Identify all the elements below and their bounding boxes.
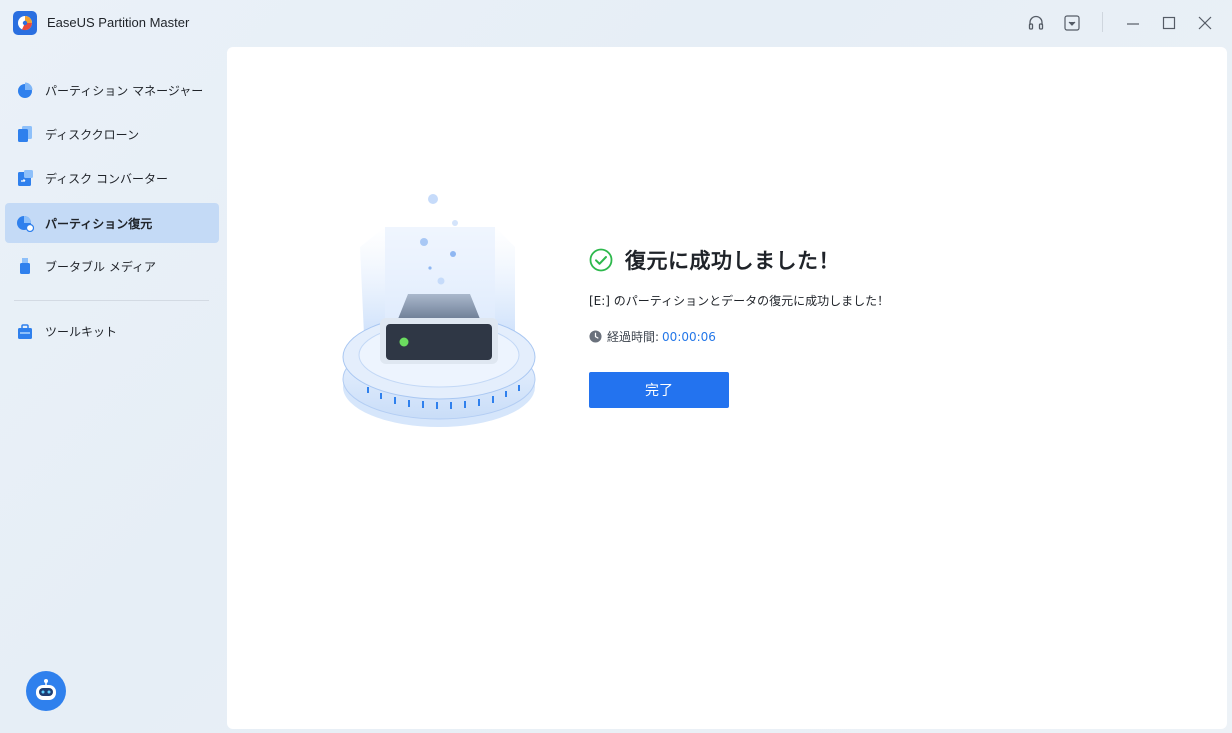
app-title: EaseUS Partition Master: [47, 15, 190, 30]
headset-icon[interactable]: [1025, 12, 1047, 34]
robot-icon: [36, 679, 56, 700]
toolkit-icon: [15, 321, 35, 341]
title-bar: EaseUS Partition Master: [0, 0, 1232, 46]
sidebar-item-bootable-media[interactable]: ブータブル メディア: [5, 246, 219, 286]
elapsed-value: 00:00:06: [662, 329, 716, 344]
usb-drive-icon: [15, 256, 35, 276]
sidebar-item-label: ディスククローン: [45, 127, 140, 142]
titlebar-separator: [1102, 12, 1103, 32]
result-area: 復元に成功しました！ [E:] のパーティションとデータの復元に成功しました！ …: [589, 246, 1089, 408]
success-check-icon: [589, 248, 613, 272]
assistant-bot-button[interactable]: [26, 671, 66, 711]
sidebar: パーティション マネージャー ディスククローン ディスク コンバーター パーティ…: [0, 46, 227, 733]
close-icon[interactable]: [1194, 12, 1216, 34]
dropdown-menu-icon[interactable]: [1061, 12, 1083, 34]
sidebar-item-disk-clone[interactable]: ディスククローン: [5, 114, 219, 154]
result-message: [E:] のパーティションとデータの復元に成功しました！: [589, 294, 890, 308]
elapsed-time: 経過時間: 00:00:06: [589, 328, 1089, 345]
sidebar-item-label: パーティション復元: [45, 216, 153, 231]
drive-success-illustration: [340, 187, 540, 437]
sidebar-item-label: ディスク コンバーター: [45, 171, 168, 186]
sidebar-item-partition-recovery[interactable]: パーティション復元: [5, 203, 219, 243]
app-logo-icon: [13, 11, 37, 35]
pie-chart-icon: [15, 80, 35, 100]
sidebar-item-label: パーティション マネージャー: [45, 83, 204, 98]
maximize-icon[interactable]: [1158, 12, 1180, 34]
clock-icon: [589, 330, 602, 343]
sidebar-divider: [14, 300, 209, 301]
main-panel: 復元に成功しました！ [E:] のパーティションとデータの復元に成功しました！ …: [227, 47, 1227, 729]
elapsed-label: 経過時間:: [607, 330, 660, 344]
disk-converter-icon: [15, 168, 35, 188]
minimize-icon[interactable]: [1122, 12, 1144, 34]
result-header: 復元に成功しました！: [589, 246, 1089, 274]
disk-clone-icon: [15, 124, 35, 144]
done-button[interactable]: 完了: [589, 372, 729, 408]
sidebar-item-toolkit[interactable]: ツールキット: [5, 311, 219, 351]
sidebar-item-partition-manager[interactable]: パーティション マネージャー: [5, 70, 219, 110]
sidebar-item-label: ブータブル メディア: [45, 259, 156, 274]
sidebar-item-disk-converter[interactable]: ディスク コンバーター: [5, 158, 219, 198]
result-title: 復元に成功しました！: [625, 249, 840, 273]
partition-recovery-icon: [15, 213, 35, 233]
sidebar-item-label: ツールキット: [45, 324, 118, 339]
